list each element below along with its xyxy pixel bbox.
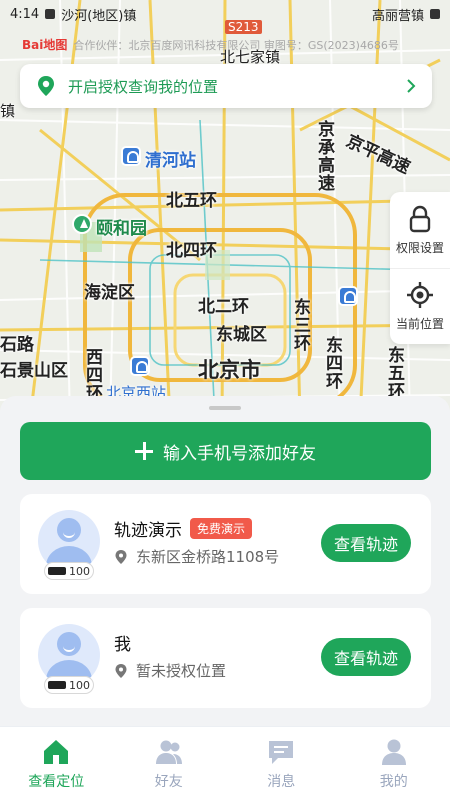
crosshair-icon xyxy=(407,282,433,308)
avatar: 100 xyxy=(38,510,100,580)
map-label-beijing: 北京市 xyxy=(198,358,261,382)
app-screen: 4:14 沙河(地区)镇 高丽营镇 Bai地图 合作伙伴：北京百度网讯科技有限公… xyxy=(0,0,450,800)
tab-label: 查看定位 xyxy=(28,773,85,790)
station-icon xyxy=(121,146,141,166)
plus-icon xyxy=(135,442,153,460)
permission-settings-button[interactable]: 权限设置 xyxy=(390,192,450,268)
add-friend-button[interactable]: 输入手机号添加好友 xyxy=(20,422,431,480)
map-view[interactable]: 4:14 沙河(地区)镇 高丽营镇 Bai地图 合作伙伴：北京百度网讯科技有限公… xyxy=(0,0,450,420)
baidu-map-logo: Bai地图 xyxy=(22,38,68,52)
battery-level: 100 xyxy=(69,678,90,692)
friend-name: 我 xyxy=(114,635,131,655)
map-label-dong-sihuan: 东四环 xyxy=(322,336,342,390)
status-time: 4:14 xyxy=(10,6,40,22)
map-label-xi-sihuan: 西四环 xyxy=(82,348,102,402)
view-track-button[interactable]: 查看轨迹 xyxy=(321,524,411,562)
tab-messages[interactable]: 消息 xyxy=(225,727,338,800)
friend-name-row: 我 xyxy=(114,630,131,655)
park-icon xyxy=(72,214,92,234)
tab-label: 我的 xyxy=(379,773,408,790)
add-friend-label: 输入手机号添加好友 xyxy=(163,443,316,464)
free-demo-badge: 免费演示 xyxy=(190,518,253,539)
battery-icon xyxy=(48,681,66,689)
permission-settings-label: 权限设置 xyxy=(395,240,444,255)
map-label-s213: S213 xyxy=(225,20,262,34)
map-side-controls: 权限设置 当前位置 xyxy=(390,192,450,344)
map-label-bei-wuhuan: 北五环 xyxy=(166,191,217,211)
map-label-yiheyuan: 颐和园 xyxy=(96,219,147,239)
battery-badge: 100 xyxy=(44,676,94,694)
map-label-zhen: 镇 xyxy=(0,102,16,120)
map-label-dongcheng: 东城区 xyxy=(216,325,267,345)
friend-name: 轨迹演示 xyxy=(114,521,182,541)
notification-icon xyxy=(45,9,56,19)
map-label-qinghe-station: 清河站 xyxy=(145,151,196,171)
chevron-right-icon xyxy=(407,79,416,93)
tab-label: 好友 xyxy=(154,773,183,790)
status-right-label: 高丽营镇 xyxy=(371,8,424,24)
current-location-label: 当前位置 xyxy=(395,317,444,331)
view-track-button[interactable]: 查看轨迹 xyxy=(321,638,411,676)
location-pin-icon xyxy=(115,663,127,678)
map-label-haidian: 海淀区 xyxy=(84,283,135,303)
location-permission-banner[interactable]: 开启授权查询我的位置 xyxy=(20,64,432,108)
message-icon xyxy=(269,740,294,764)
current-location-button[interactable]: 当前位置 xyxy=(390,268,450,344)
status-left-label: 沙河(地区)镇 xyxy=(61,8,137,24)
bottom-tab-bar: 查看定位 好友 消息 我的 xyxy=(0,726,450,800)
avatar: 100 xyxy=(38,624,100,694)
friend-location: 暂未授权位置 xyxy=(136,662,227,680)
lock-icon xyxy=(409,205,431,232)
tab-friends[interactable]: 好友 xyxy=(113,727,226,800)
battery-badge: 100 xyxy=(44,562,94,580)
location-pin-icon xyxy=(38,76,54,96)
map-label-shilu: 石路 xyxy=(0,335,34,355)
friend-location-row: 暂未授权位置 xyxy=(114,660,226,681)
map-label-bei-sihuan: 北四环 xyxy=(166,241,217,261)
station-icon xyxy=(338,286,358,306)
friend-name-row: 轨迹演示 免费演示 xyxy=(114,516,253,541)
map-label-dong-sanhuan: 东三环 xyxy=(290,298,310,352)
friend-card[interactable]: 100 我 暂未授权位置 查看轨迹 xyxy=(20,608,431,708)
map-label-shijingshan: 石景山区 xyxy=(0,361,68,381)
map-copyright: Bai地图 合作伙伴：北京百度网讯科技有限公司 审图号：GS(2023)4686… xyxy=(22,36,399,53)
map-label-dong-wuhuan: 东五环 xyxy=(384,346,404,400)
tab-view-location[interactable]: 查看定位 xyxy=(0,727,113,800)
battery-level: 100 xyxy=(69,564,90,578)
profile-icon xyxy=(381,739,406,765)
friends-bottom-sheet: 输入手机号添加好友 100 轨迹演示 免费演示 东新区金桥路1108号 查看轨迹… xyxy=(0,396,450,726)
tab-profile[interactable]: 我的 xyxy=(338,727,450,800)
battery-status-icon xyxy=(430,9,440,19)
battery-icon xyxy=(48,567,66,575)
friend-location: 东新区金桥路1108号 xyxy=(136,548,280,566)
friend-location-row: 东新区金桥路1108号 xyxy=(114,546,279,567)
location-pin-icon xyxy=(115,549,127,564)
friend-card[interactable]: 100 轨迹演示 免费演示 东新区金桥路1108号 查看轨迹 xyxy=(20,494,431,594)
banner-text: 开启授权查询我的位置 xyxy=(68,77,219,96)
sheet-drag-handle[interactable] xyxy=(209,406,241,410)
map-label-bei-erhuan: 北二环 xyxy=(198,297,249,317)
home-icon xyxy=(44,739,69,764)
tab-label: 消息 xyxy=(267,773,296,790)
friends-icon xyxy=(155,740,182,764)
map-label-jingcheng: 京承高速 xyxy=(314,120,334,192)
station-icon xyxy=(130,356,150,376)
